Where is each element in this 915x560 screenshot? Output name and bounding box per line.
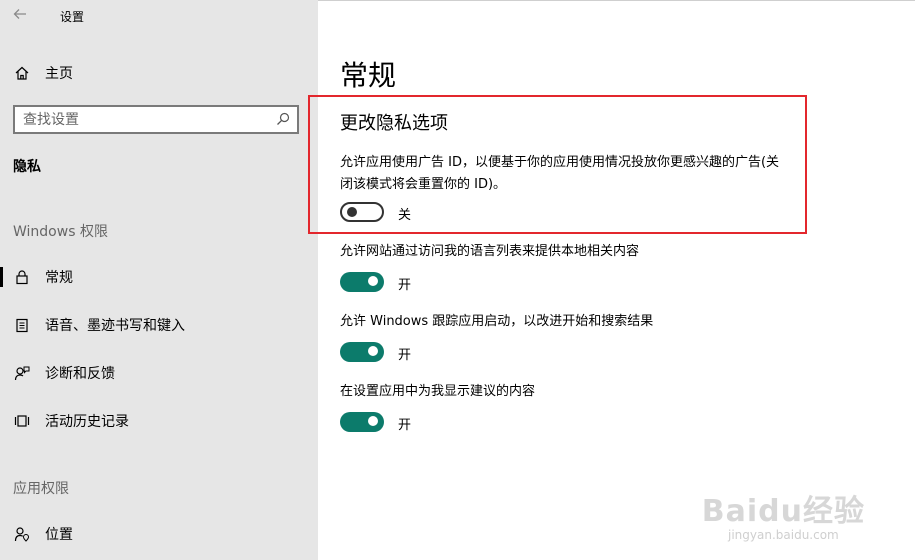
feedback-person-icon [13, 364, 31, 382]
search-input[interactable] [23, 110, 263, 130]
sidebar-item-label: 诊断和反馈 [45, 366, 115, 382]
sidebar-item-location[interactable]: 位置 [0, 519, 318, 549]
clipboard-icon [13, 316, 31, 334]
watermark-url: jingyan.baidu.com [728, 528, 839, 542]
sidebar-item-label: 主页 [45, 66, 73, 82]
app-launch-tracking-description: 允许 Windows 跟踪应用启动，以改进开始和搜索结果 [340, 314, 654, 329]
language-list-description: 允许网站通过访问我的语言列表来提供本地相关内容 [340, 244, 640, 259]
section-title: 更改隐私选项 [340, 113, 448, 134]
toggle-state-label: 开 [398, 348, 412, 363]
toggle-knob [347, 207, 357, 217]
main-content: 常规 更改隐私选项 允许应用使用广告 ID，以便基于你的应用使用情况投放你更感兴… [308, 0, 915, 560]
toggle-knob [368, 276, 378, 286]
suggested-content-description: 在设置应用中为我显示建议的内容 [340, 384, 536, 399]
sidebar-item-home[interactable]: 主页 [0, 58, 318, 88]
settings-window: 设置 主页 隐私 Windows 权限 [0, 0, 915, 560]
search-box[interactable] [13, 105, 299, 134]
sidebar-item-activity-history[interactable]: 活动历史记录 [0, 406, 318, 436]
sidebar-item-label: 活动历史记录 [45, 414, 129, 430]
search-icon[interactable] [275, 111, 291, 127]
toggle-state-label: 开 [398, 278, 412, 293]
app-permissions-heading: 应用权限 [13, 481, 69, 497]
sidebar-item-label: 常规 [45, 270, 73, 286]
home-icon [13, 64, 31, 82]
back-button[interactable] [12, 6, 32, 26]
sidebar-item-speech[interactable]: 语音、墨迹书写和键入 [0, 310, 318, 340]
sidebar-item-label: 位置 [45, 527, 73, 543]
lock-icon [13, 268, 31, 286]
toggle-state-label: 关 [398, 208, 412, 223]
sidebar: 设置 主页 隐私 Windows 权限 [0, 0, 318, 560]
window-title: 设置 [60, 10, 85, 24]
sidebar-item-label: 语音、墨迹书写和键入 [45, 318, 185, 334]
watermark: Baidu经验 jingyan.baidu.com [702, 486, 865, 542]
windows-permissions-heading: Windows 权限 [13, 224, 108, 240]
toggle-knob [368, 346, 378, 356]
toggle-state-label: 开 [398, 418, 412, 433]
advertising-id-toggle[interactable] [340, 202, 384, 222]
sidebar-item-general[interactable]: 常规 [0, 262, 318, 292]
page-title: 常规 [340, 59, 397, 92]
language-list-toggle[interactable] [340, 272, 384, 292]
sidebar-item-diagnostics[interactable]: 诊断和反馈 [0, 358, 318, 388]
selection-indicator [0, 267, 3, 287]
timeline-icon [13, 412, 31, 430]
toggle-knob [368, 416, 378, 426]
watermark-logo-text: Baidu经验 [701, 494, 865, 529]
advertising-id-description: 允许应用使用广告 ID，以便基于你的应用使用情况投放你更感兴趣的广告(关闭该模式… [340, 155, 780, 192]
back-arrow-icon [13, 9, 26, 19]
category-heading: 隐私 [13, 159, 41, 175]
location-person-icon [13, 525, 31, 543]
suggested-content-toggle[interactable] [340, 412, 384, 432]
app-launch-tracking-toggle[interactable] [340, 342, 384, 362]
